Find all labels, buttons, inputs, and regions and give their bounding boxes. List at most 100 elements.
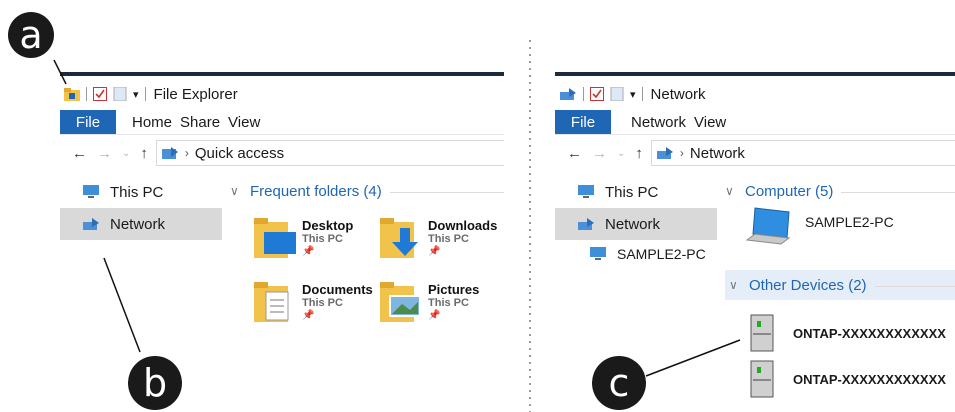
device-item[interactable]: ONTAP-XXXXXXXXXXXX bbox=[725, 356, 955, 402]
callout-c: c bbox=[592, 356, 646, 410]
nav-item-sample-pc[interactable]: SAMPLE2-PC bbox=[555, 240, 717, 268]
monitor-icon bbox=[83, 185, 99, 198]
network-icon bbox=[578, 218, 594, 230]
folder-location: This PC bbox=[428, 297, 469, 309]
breadcrumb-chevron-icon: › bbox=[184, 146, 189, 160]
group-header-other-devices[interactable]: ∨ Other Devices (2) bbox=[725, 270, 955, 300]
tab-share[interactable]: Share bbox=[172, 110, 220, 134]
pin-icon: 📌 bbox=[302, 310, 315, 321]
ribbon-tabs: File Network View bbox=[555, 110, 955, 135]
network-icon bbox=[83, 218, 99, 230]
callout-b: b bbox=[128, 356, 182, 410]
window-title: Network bbox=[650, 85, 706, 103]
group-rule bbox=[841, 191, 955, 193]
storage-device-icon bbox=[750, 314, 774, 352]
breadcrumb-chevron-icon: › bbox=[679, 146, 684, 160]
storage-device-icon bbox=[750, 360, 774, 398]
tab-view[interactable]: View bbox=[220, 110, 260, 134]
tab-file[interactable]: File bbox=[60, 110, 116, 134]
tab-view[interactable]: View bbox=[686, 110, 726, 134]
qa-separator bbox=[86, 87, 87, 101]
address-input[interactable]: › Network bbox=[650, 140, 955, 166]
address-path: Quick access bbox=[194, 144, 285, 162]
folder-icon bbox=[64, 88, 80, 101]
qa-separator-2 bbox=[641, 87, 643, 101]
pin-icon: 📌 bbox=[302, 246, 315, 257]
up-arrow-icon[interactable]: ↑ bbox=[140, 145, 148, 162]
customize-qa-dropdown[interactable]: ▾ bbox=[133, 88, 139, 101]
network-icon bbox=[560, 88, 576, 100]
nav-item-network[interactable]: Network bbox=[60, 208, 222, 240]
content-pane: ∨ Frequent folders (4) Desktop This PC 📌 D… bbox=[230, 176, 504, 322]
up-arrow-icon[interactable]: ↑ bbox=[635, 145, 643, 162]
folder-tile-desktop[interactable]: Desktop This PC 📌 bbox=[254, 218, 353, 260]
folder-tile-documents[interactable]: Documents This PC 📌 bbox=[254, 282, 373, 324]
forward-arrow-icon[interactable]: → bbox=[592, 145, 607, 162]
device-item[interactable]: ONTAP-XXXXXXXXXXXX bbox=[725, 310, 955, 356]
new-folder-icon[interactable] bbox=[113, 87, 127, 101]
documents-folder-icon bbox=[254, 282, 289, 322]
properties-icon[interactable] bbox=[93, 87, 107, 101]
folder-name: Pictures bbox=[428, 282, 480, 297]
group-title-other: Other Devices (2) bbox=[749, 276, 867, 294]
group-title: Frequent folders (4) bbox=[250, 182, 382, 200]
group-header-computer[interactable]: ∨ Computer (5) bbox=[725, 176, 955, 206]
tab-file[interactable]: File bbox=[555, 110, 611, 134]
chevron-down-icon: ∨ bbox=[725, 184, 734, 198]
back-arrow-icon[interactable]: ← bbox=[567, 145, 582, 162]
nav-item-network[interactable]: Network bbox=[555, 208, 717, 240]
quick-access-icon bbox=[161, 147, 178, 159]
customize-qa-dropdown[interactable]: ▾ bbox=[630, 88, 636, 101]
window-title: File Explorer bbox=[153, 85, 238, 103]
qa-separator bbox=[583, 87, 584, 101]
content-pane: ∨ Computer (5) SAMPLE2-PC ∨ Other Device… bbox=[725, 176, 955, 402]
new-folder-icon[interactable] bbox=[610, 87, 624, 101]
group-header-frequent-folders[interactable]: ∨ Frequent folders (4) bbox=[230, 176, 504, 206]
forward-arrow-icon[interactable]: → bbox=[97, 145, 112, 162]
nav-item-this-pc[interactable]: This PC bbox=[60, 176, 222, 208]
ribbon-tabs: File Home Share View bbox=[60, 110, 504, 135]
folder-name: Desktop bbox=[302, 218, 354, 233]
network-icon bbox=[656, 147, 673, 159]
group-rule bbox=[874, 285, 955, 287]
device-name: ONTAP-XXXXXXXXXXXX bbox=[793, 325, 946, 341]
folder-location: This PC bbox=[302, 233, 343, 245]
chevron-down-icon: ∨ bbox=[230, 184, 239, 198]
computer-item[interactable]: SAMPLE2-PC bbox=[725, 206, 955, 262]
tab-home[interactable]: Home bbox=[116, 110, 172, 134]
group-rule bbox=[389, 191, 504, 193]
recent-dropdown-icon[interactable]: ⌄ bbox=[122, 148, 130, 159]
qa-separator-2 bbox=[144, 87, 146, 101]
recent-dropdown-icon[interactable]: ⌄ bbox=[617, 148, 625, 159]
back-arrow-icon[interactable]: ← bbox=[72, 145, 87, 162]
desktop-folder-icon bbox=[254, 218, 296, 258]
folder-tile-downloads[interactable]: Downloads This PC 📌 bbox=[380, 218, 497, 260]
computer-icon bbox=[745, 207, 791, 245]
address-bar-row: ← → ⌄ ↑ › Network bbox=[555, 140, 955, 166]
computer-name: SAMPLE2-PC bbox=[805, 214, 894, 230]
pin-icon: 📌 bbox=[428, 310, 441, 321]
chevron-down-icon: ∨ bbox=[729, 278, 738, 292]
pin-icon: 📌 bbox=[428, 246, 441, 257]
properties-icon[interactable] bbox=[590, 87, 604, 101]
folder-name: Downloads bbox=[428, 218, 498, 233]
nav-label-this-pc: This PC bbox=[110, 183, 164, 201]
folder-location: This PC bbox=[428, 233, 469, 245]
device-name: ONTAP-XXXXXXXXXXXX bbox=[793, 371, 946, 387]
nav-item-this-pc[interactable]: This PC bbox=[555, 176, 717, 208]
address-bar-row: ← → ⌄ ↑ › Quick access bbox=[60, 140, 504, 166]
tab-network[interactable]: Network bbox=[611, 110, 686, 134]
file-explorer-window: ▾ File Explorer File Home Share View ← →… bbox=[60, 72, 504, 412]
folder-tile-pictures[interactable]: Pictures This PC 📌 bbox=[380, 282, 479, 324]
folder-name: Documents bbox=[302, 282, 373, 297]
nav-label-sample-pc: SAMPLE2-PC bbox=[617, 246, 706, 262]
address-path: Network bbox=[689, 144, 745, 162]
navigation-pane: This PC Network bbox=[60, 176, 222, 240]
window-top-border bbox=[60, 72, 504, 76]
monitor-icon bbox=[590, 247, 606, 260]
window-top-border bbox=[555, 72, 955, 76]
address-input[interactable]: › Quick access bbox=[155, 140, 504, 166]
folder-location: This PC bbox=[302, 297, 343, 309]
callout-a: a bbox=[8, 12, 54, 58]
navigation-pane: This PC Network SAMPLE2-PC bbox=[555, 176, 717, 268]
